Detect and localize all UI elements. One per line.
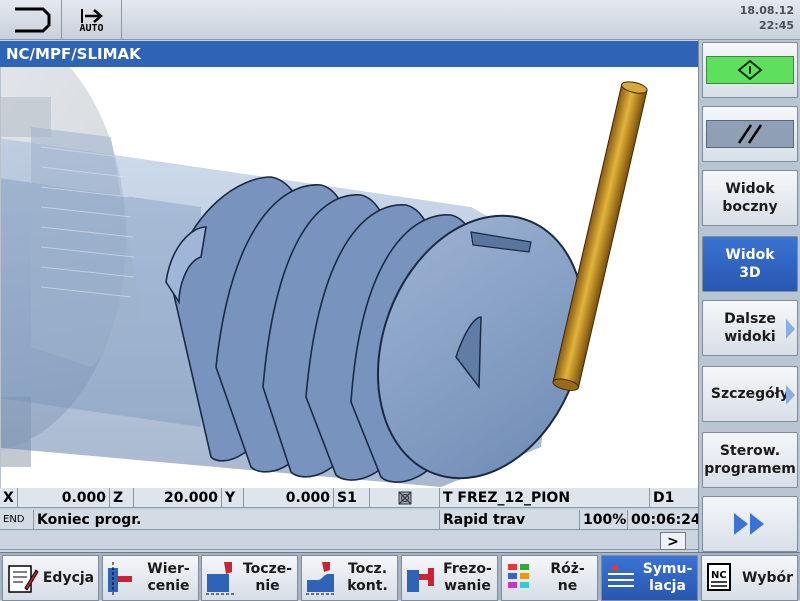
hsk-drilling[interactable]: Wier- cenie [102, 555, 199, 601]
parallel-lines-icon [737, 124, 763, 144]
more-views-label: Dalsze widoki [724, 311, 776, 345]
vertical-softkey-bar: Widok boczny Widok 3D Dalsze widoki Szcz… [698, 40, 800, 554]
program-status-row: END Koniec progr. Rapid trav 100% 00:06:… [0, 510, 698, 530]
override-value: 100% [580, 510, 628, 530]
milling-label: Frezo- wanie [443, 561, 492, 594]
mode-label: AUTO [79, 22, 104, 34]
edit-label: Edycja [42, 569, 95, 586]
contour-turning-icon [306, 562, 336, 595]
simulation-3d-view[interactable] [0, 67, 698, 488]
drilling-label: Wier- cenie [147, 561, 190, 594]
date-text: 18.08.12 [739, 4, 794, 17]
y-axis-label: Y [222, 488, 244, 508]
view-3d-label: Widok 3D [725, 247, 775, 281]
expand-button[interactable]: > [660, 532, 686, 550]
spindle-label: S1 [334, 488, 370, 508]
details-label: Szczegóły [710, 386, 790, 402]
end-indicator: END [0, 510, 34, 530]
vsk-next-page[interactable] [702, 496, 798, 552]
date-time: 18.08.12 22:45 [740, 3, 794, 33]
turning-icon [206, 562, 236, 595]
milling-tool [552, 81, 648, 391]
svg-text:NC: NC [711, 570, 727, 581]
y-axis-value: 0.000 [244, 488, 334, 508]
auto-mode-button[interactable]: AUTO [62, 0, 122, 40]
run-time: 00:06:24 [631, 512, 698, 528]
machine-area-button[interactable] [0, 0, 62, 40]
hsk-turning[interactable]: Tocze- nie [201, 555, 298, 601]
double-right-arrow-icon [734, 513, 764, 535]
x-axis-value: 0.000 [18, 488, 110, 508]
tool-offset: D1 [653, 490, 675, 506]
start-icon [737, 59, 763, 81]
contour-turning-label: Tocz. kont. [347, 561, 388, 594]
workpiece-3d-render [1, 67, 648, 487]
hsk-various[interactable]: Róż- ne [501, 555, 598, 601]
milling-icon [407, 568, 434, 592]
axis-status-row: X 0.000 Z 20.000 Y 0.000 S1 T FREZ_12_PI… [0, 488, 698, 508]
drilling-icon [108, 562, 132, 596]
hsk-select[interactable]: NC Wybór [701, 555, 798, 601]
vsk-3d-view[interactable]: Widok 3D [702, 236, 798, 292]
nc-select-icon: NC [707, 563, 731, 591]
side-view-label: Widok boczny [722, 181, 778, 215]
select-label: Wybór [741, 569, 794, 586]
time-text: 22:45 [758, 19, 794, 32]
top-bar: AUTO 18.08.12 22:45 [0, 0, 800, 40]
vsk-program-control[interactable]: Sterow. programem [702, 432, 798, 488]
z-axis-value: 20.000 [134, 488, 222, 508]
hsk-simulation[interactable]: Symu- lacja [601, 555, 698, 601]
status-message: Koniec progr. [34, 510, 440, 530]
spindle-stop-icon [398, 491, 411, 505]
simulation-label: Symu- lacja [642, 561, 693, 594]
submenu-arrow-icon [786, 319, 795, 339]
program-path-title: NC/MPF/SLIMAK [0, 41, 698, 67]
feed-mode: Rapid trav [440, 510, 580, 530]
various-label: Róż- ne [550, 561, 585, 594]
x-axis-label: X [0, 488, 18, 508]
submenu-arrow-icon [786, 385, 795, 405]
hsk-edit[interactable]: Edycja [2, 555, 99, 601]
hsk-milling[interactable]: Frezo- wanie [401, 555, 498, 601]
tool-name: T FREZ_12_PION [440, 488, 650, 508]
hsk-contour-turning[interactable]: Tocz. kont. [301, 555, 398, 601]
vsk-parallel[interactable] [702, 106, 798, 162]
expand-row: > [0, 532, 698, 550]
simulation-icon [608, 564, 634, 587]
vsk-cycle-start[interactable] [702, 42, 798, 98]
turning-label: Tocze- nie [242, 561, 293, 594]
machine-icon [14, 7, 50, 33]
spindle-state [370, 488, 440, 508]
vsk-side-view[interactable]: Widok boczny [702, 170, 798, 226]
horizontal-softkey-bar: Edycja Wier- cenie Tocze- nie Tocz. kont… [0, 552, 800, 601]
program-control-label: Sterow. programem [704, 443, 796, 477]
various-icon [508, 564, 529, 588]
vsk-more-views[interactable]: Dalsze widoki [702, 300, 798, 356]
edit-icon [8, 565, 39, 593]
vsk-details[interactable]: Szczegóły [702, 366, 798, 422]
z-axis-label: Z [110, 488, 134, 508]
